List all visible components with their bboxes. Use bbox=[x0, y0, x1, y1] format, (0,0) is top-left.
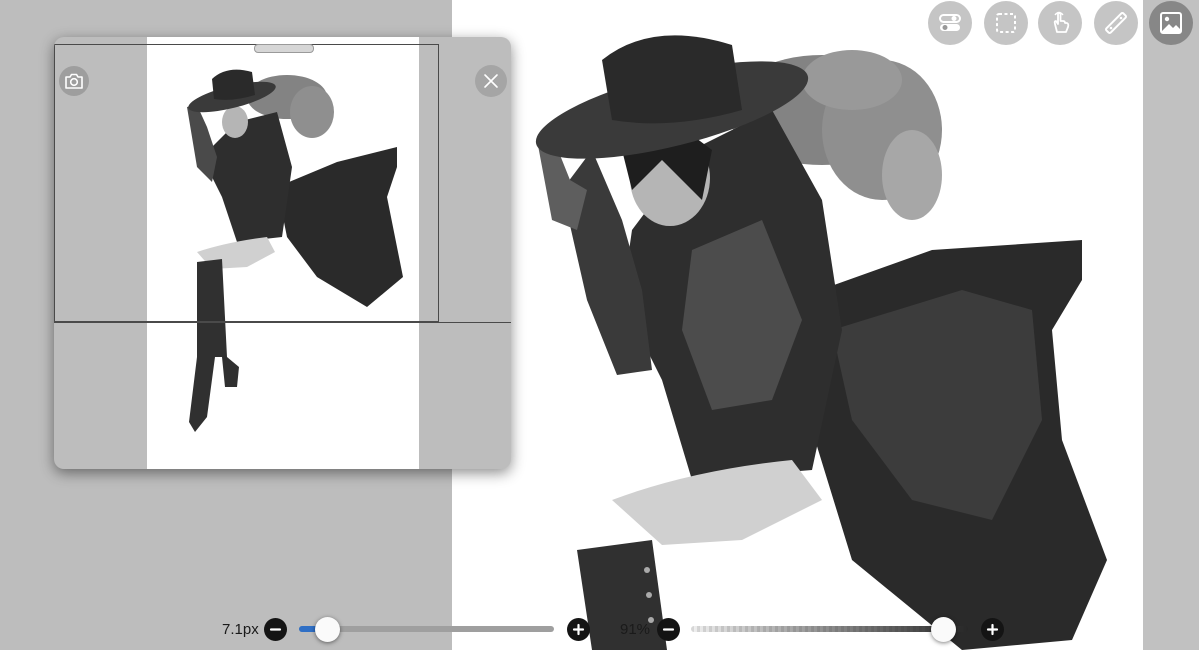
opacity-increase-button[interactable] bbox=[981, 618, 1004, 641]
minus-icon bbox=[662, 628, 675, 631]
navigator-button[interactable] bbox=[1149, 1, 1193, 45]
artwork-figure bbox=[535, 35, 1107, 650]
navigator-viewport-edge bbox=[54, 322, 511, 323]
camera-icon bbox=[65, 73, 83, 89]
opacity-value: 91% bbox=[620, 621, 651, 638]
navigator-preview[interactable] bbox=[147, 37, 419, 469]
drawing-canvas[interactable] bbox=[452, 0, 1143, 650]
brush-size-slider-thumb[interactable] bbox=[315, 617, 341, 642]
close-icon bbox=[484, 74, 498, 88]
ruler-button[interactable] bbox=[1094, 1, 1138, 45]
image-layer-icon bbox=[1160, 12, 1182, 34]
brush-size-value: 7.1px bbox=[222, 621, 259, 638]
snapshot-button[interactable] bbox=[59, 66, 89, 96]
opacity-slider-thumb[interactable] bbox=[931, 617, 957, 642]
opacity-decrease-button[interactable] bbox=[657, 618, 680, 641]
plus-icon bbox=[986, 623, 999, 636]
navigator-close-button[interactable] bbox=[475, 65, 507, 97]
brush-size-decrease-button[interactable] bbox=[264, 618, 287, 641]
minus-icon bbox=[269, 628, 282, 631]
toggle-settings-button[interactable] bbox=[928, 1, 972, 45]
selection-marquee-icon bbox=[996, 13, 1016, 33]
navigator-panel[interactable] bbox=[54, 37, 511, 469]
navigator-artwork-thumbnail bbox=[187, 69, 403, 432]
navigator-drag-handle[interactable] bbox=[254, 44, 314, 53]
ruler-icon bbox=[1105, 12, 1127, 34]
canvas-right-margin bbox=[1143, 0, 1199, 650]
gesture-button[interactable] bbox=[1038, 1, 1082, 45]
opacity-slider-track[interactable] bbox=[691, 626, 968, 632]
hand-gesture-icon bbox=[1053, 11, 1070, 33]
selection-button[interactable] bbox=[984, 1, 1028, 45]
toggle-settings-icon bbox=[939, 14, 961, 31]
brush-size-increase-button[interactable] bbox=[567, 618, 590, 641]
plus-icon bbox=[572, 623, 585, 636]
